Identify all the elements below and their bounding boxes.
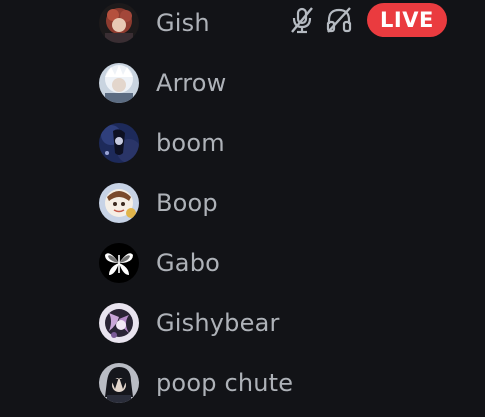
headphones-deafened-icon (325, 6, 353, 34)
member-row-gabo[interactable]: Gabo (99, 241, 459, 285)
avatar (99, 63, 139, 103)
microphone-muted-icon (289, 6, 315, 34)
status-icons: LIVE (289, 3, 447, 37)
avatar (99, 123, 139, 163)
avatar (99, 183, 139, 223)
avatar (99, 3, 139, 43)
avatar (99, 303, 139, 343)
live-badge: LIVE (367, 3, 447, 37)
member-row-poop-chute[interactable]: poop chute (99, 361, 459, 405)
avatar (99, 363, 139, 403)
member-name: Gishybear (156, 309, 280, 337)
member-row-boop[interactable]: Boop (99, 181, 459, 225)
member-row-gish[interactable]: Gish LIVE (99, 1, 459, 45)
member-name: poop chute (156, 369, 294, 397)
member-name: Gabo (156, 249, 221, 277)
member-row-gishybear[interactable]: Gishybear (99, 301, 459, 345)
member-row-arrow[interactable]: Arrow (99, 61, 459, 105)
member-name: Gish (156, 9, 210, 37)
member-name: Boop (156, 189, 218, 217)
member-name: Arrow (156, 69, 227, 97)
member-name: boom (156, 129, 225, 157)
avatar (99, 243, 139, 283)
member-row-boom[interactable]: boom (99, 121, 459, 165)
voice-channel-member-list: Gish LIVE Arrow boom Boop Gabo Gishybear… (0, 0, 485, 417)
